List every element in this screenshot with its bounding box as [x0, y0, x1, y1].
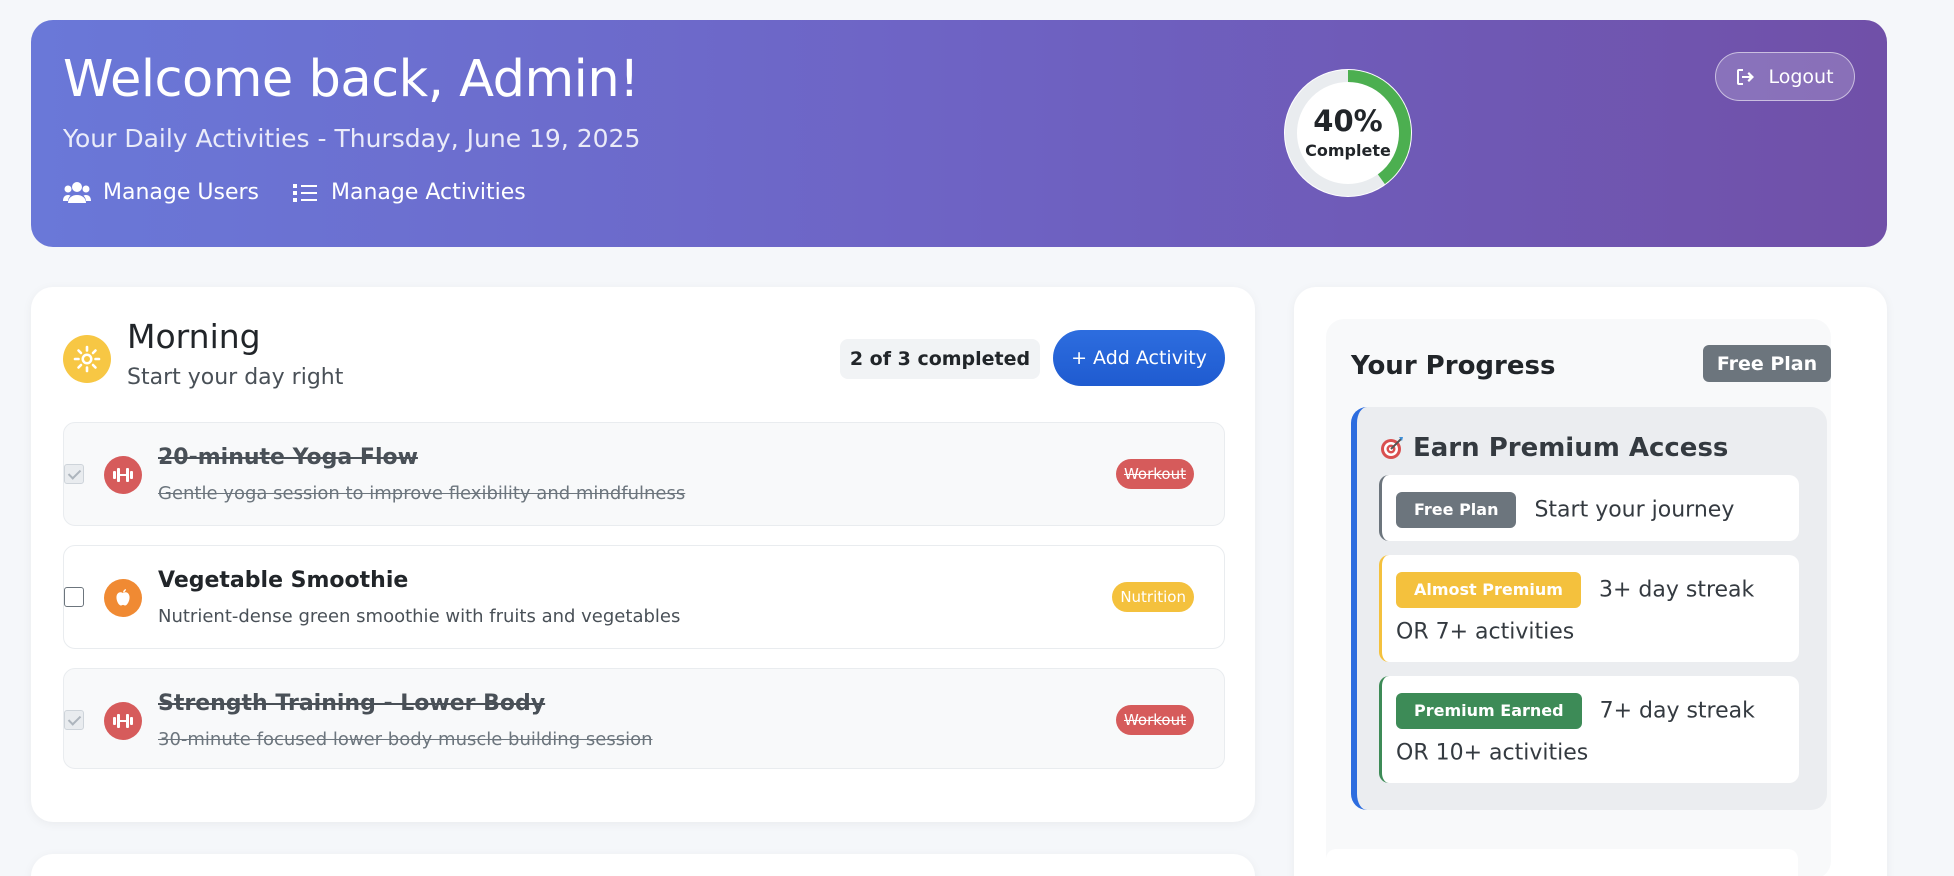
- category-badge: Nutrition: [1112, 582, 1194, 612]
- completed-count-badge: 2 of 3 completed: [840, 339, 1040, 379]
- activity-title: Vegetable Smoothie: [158, 568, 409, 593]
- section-title: Morning: [127, 317, 261, 356]
- activity-checkbox[interactable]: [64, 710, 84, 730]
- section-subtitle: Start your day right: [127, 365, 344, 390]
- plan-badge: Free Plan: [1703, 345, 1831, 382]
- activity-item: Vegetable Smoothie Nutrient-dense green …: [63, 545, 1225, 649]
- dumbbell-icon: [104, 456, 142, 494]
- manage-activities-link[interactable]: Manage Activities: [291, 180, 526, 205]
- logout-button[interactable]: Logout: [1715, 52, 1855, 101]
- progress-panel: Your Progress Free Plan Earn Premium Acc…: [1294, 287, 1887, 876]
- add-activity-button[interactable]: + Add Activity: [1053, 330, 1225, 386]
- manage-users-label: Manage Users: [103, 180, 259, 205]
- page-title: Welcome back, Admin!: [63, 50, 640, 109]
- logout-label: Logout: [1768, 65, 1834, 88]
- list-icon: [293, 183, 317, 202]
- tier-badge: Almost Premium: [1396, 572, 1581, 608]
- morning-section: Morning Start your day right 2 of 3 comp…: [31, 287, 1255, 822]
- manage-activities-label: Manage Activities: [331, 180, 526, 205]
- progress-inner: Your Progress Free Plan Earn Premium Acc…: [1326, 319, 1831, 876]
- activity-item: Strength Training - Lower Body 30-minute…: [63, 668, 1225, 769]
- activity-description: Nutrient-dense green smoothie with fruit…: [158, 606, 681, 627]
- tier-free: Free Plan Start your journey: [1379, 475, 1799, 541]
- tier-badge: Premium Earned: [1396, 693, 1582, 729]
- tier-premium-earned: Premium Earned 7+ day streak OR 10+ activ…: [1379, 676, 1799, 783]
- activity-title: 20-minute Yoga Flow: [158, 445, 418, 470]
- progress-label: Complete: [1305, 141, 1391, 161]
- next-panel-card: [1326, 849, 1798, 876]
- header-nav: Manage Users Manage Activities: [63, 180, 526, 205]
- dumbbell-icon: [104, 702, 142, 740]
- target-icon: [1381, 437, 1403, 459]
- activity-checkbox[interactable]: [64, 587, 84, 607]
- logout-icon: [1737, 68, 1755, 85]
- page-subtitle: Your Daily Activities - Thursday, June 1…: [63, 124, 641, 153]
- next-section-card: [31, 854, 1255, 876]
- tier-text: Start your journey: [1534, 497, 1735, 523]
- activity-checkbox[interactable]: [64, 464, 84, 484]
- category-badge: Workout: [1115, 705, 1194, 735]
- premium-access-box: Earn Premium Access Free Plan Start your …: [1351, 407, 1827, 810]
- users-icon: [63, 181, 91, 203]
- tier-badge: Free Plan: [1396, 492, 1517, 528]
- progress-title: Your Progress: [1351, 351, 1556, 381]
- daily-progress-ring: 40% Complete: [1283, 68, 1413, 198]
- activity-description: Gentle yoga session to improve flexibili…: [158, 483, 686, 504]
- tier-almost-premium: Almost Premium 3+ day streak OR 7+ activi…: [1379, 555, 1799, 662]
- manage-users-link[interactable]: Manage Users: [63, 180, 259, 205]
- sun-icon: [63, 335, 111, 383]
- activity-title: Strength Training - Lower Body: [158, 691, 546, 716]
- premium-title-label: Earn Premium Access: [1413, 433, 1729, 463]
- premium-title: Earn Premium Access: [1379, 433, 1728, 463]
- activity-item: 20-minute Yoga Flow Gentle yoga session …: [63, 422, 1225, 526]
- welcome-header: Welcome back, Admin! Your Daily Activiti…: [31, 20, 1887, 247]
- activity-description: 30-minute focused lower body muscle buil…: [158, 729, 653, 750]
- progress-percent: 40%: [1313, 103, 1383, 138]
- apple-icon: [104, 579, 142, 617]
- category-badge: Workout: [1115, 459, 1194, 489]
